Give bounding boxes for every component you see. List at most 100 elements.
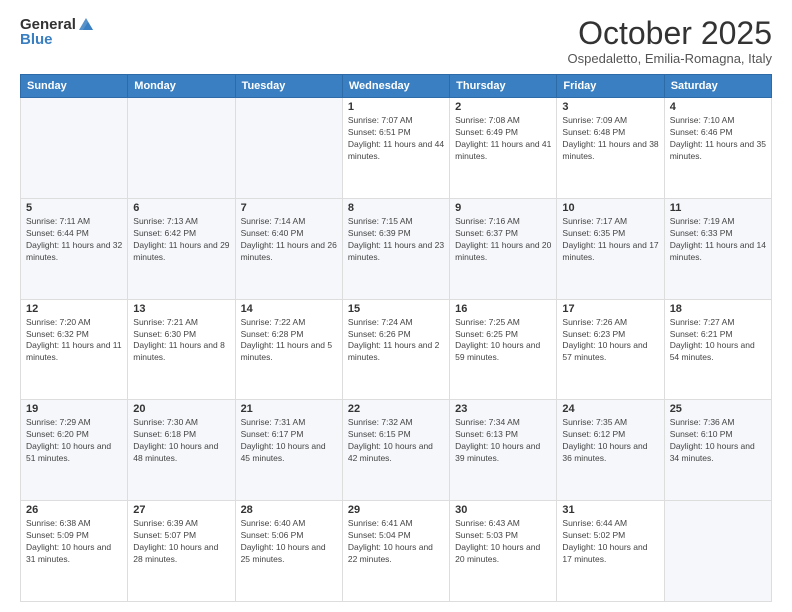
day-number: 17 xyxy=(562,303,658,315)
sunset-text: Sunset: 6:37 PM xyxy=(455,228,551,240)
day-number: 18 xyxy=(670,303,766,315)
calendar-table: Sunday Monday Tuesday Wednesday Thursday… xyxy=(20,74,772,602)
sunrise-text: Sunrise: 6:40 AM xyxy=(241,518,337,530)
table-row: 1Sunrise: 7:07 AMSunset: 6:51 PMDaylight… xyxy=(342,98,449,199)
daylight-text: Daylight: 11 hours and 29 minutes. xyxy=(133,240,229,264)
table-row: 29Sunrise: 6:41 AMSunset: 5:04 PMDayligh… xyxy=(342,501,449,602)
sunset-text: Sunset: 6:13 PM xyxy=(455,429,551,441)
daylight-text: Daylight: 10 hours and 25 minutes. xyxy=(241,542,337,566)
daylight-text: Daylight: 10 hours and 31 minutes. xyxy=(26,542,122,566)
sunset-text: Sunset: 5:07 PM xyxy=(133,530,229,542)
calendar-week-row: 19Sunrise: 7:29 AMSunset: 6:20 PMDayligh… xyxy=(21,400,772,501)
daylight-text: Daylight: 11 hours and 5 minutes. xyxy=(241,340,337,364)
day-number: 6 xyxy=(133,202,229,214)
table-row xyxy=(235,98,342,199)
sunrise-text: Sunrise: 7:35 AM xyxy=(562,417,658,429)
sunrise-text: Sunrise: 6:39 AM xyxy=(133,518,229,530)
day-info: Sunrise: 7:22 AMSunset: 6:28 PMDaylight:… xyxy=(241,317,337,365)
header: General Blue October 2025 Ospedaletto, E… xyxy=(20,16,772,66)
sunset-text: Sunset: 5:02 PM xyxy=(562,530,658,542)
day-number: 10 xyxy=(562,202,658,214)
table-row: 24 Sunrise: 7:35 AMSunset: 6:12 PMDayligh… xyxy=(557,400,664,501)
table-row: 10 Sunrise: 7:17 AMSunset: 6:35 PMDayligh… xyxy=(557,198,664,299)
logo-blue: Blue xyxy=(20,31,53,48)
day-number: 15 xyxy=(348,303,444,315)
col-friday: Friday xyxy=(557,75,664,98)
daylight-text: Daylight: 11 hours and 8 minutes. xyxy=(133,340,229,364)
sunset-text: Sunset: 6:21 PM xyxy=(670,329,766,341)
sunset-text: Sunset: 6:49 PM xyxy=(455,127,551,139)
day-number: 30 xyxy=(455,504,551,516)
table-row: 19Sunrise: 7:29 AMSunset: 6:20 PMDayligh… xyxy=(21,400,128,501)
calendar-location: Ospedaletto, Emilia-Romagna, Italy xyxy=(568,51,772,66)
day-info: Sunrise: 7:14 AMSunset: 6:40 PMDaylight:… xyxy=(241,216,337,264)
sunset-text: Sunset: 6:32 PM xyxy=(26,329,122,341)
table-row: 18Sunrise: 7:27 AMSunset: 6:21 PMDayligh… xyxy=(664,299,771,400)
day-number: 28 xyxy=(241,504,337,516)
sunrise-text: Sunrise: 7:36 AM xyxy=(670,417,766,429)
sunrise-text: Sunrise: 7:09 AM xyxy=(562,115,658,127)
sunset-text: Sunset: 5:09 PM xyxy=(26,530,122,542)
day-number: 13 xyxy=(133,303,229,315)
daylight-text: Daylight: 10 hours and 22 minutes. xyxy=(348,542,444,566)
daylight-text: Daylight: 10 hours and 20 minutes. xyxy=(455,542,551,566)
sunset-text: Sunset: 6:20 PM xyxy=(26,429,122,441)
daylight-text: Daylight: 10 hours and 57 minutes. xyxy=(562,340,658,364)
day-number: 3 xyxy=(562,101,658,113)
sunrise-text: Sunrise: 6:44 AM xyxy=(562,518,658,530)
table-row: 28Sunrise: 6:40 AMSunset: 5:06 PMDayligh… xyxy=(235,501,342,602)
table-row: 5Sunrise: 7:11 AMSunset: 6:44 PMDaylight… xyxy=(21,198,128,299)
sunrise-text: Sunrise: 6:43 AM xyxy=(455,518,551,530)
sunrise-text: Sunrise: 7:11 AM xyxy=(26,216,122,228)
day-number: 23 xyxy=(455,403,551,415)
calendar-week-row: 5Sunrise: 7:11 AMSunset: 6:44 PMDaylight… xyxy=(21,198,772,299)
sunrise-text: Sunrise: 7:17 AM xyxy=(562,216,658,228)
day-info: Sunrise: 6:44 AMSunset: 5:02 PMDaylight:… xyxy=(562,518,658,566)
daylight-text: Daylight: 10 hours and 48 minutes. xyxy=(133,441,229,465)
day-number: 14 xyxy=(241,303,337,315)
table-row: 14 Sunrise: 7:22 AMSunset: 6:28 PMDayligh… xyxy=(235,299,342,400)
day-number: 24 xyxy=(562,403,658,415)
sunrise-text: Sunrise: 7:25 AM xyxy=(455,317,551,329)
sunset-text: Sunset: 6:15 PM xyxy=(348,429,444,441)
table-row: 20Sunrise: 7:30 AMSunset: 6:18 PMDayligh… xyxy=(128,400,235,501)
calendar-week-row: 26Sunrise: 6:38 AMSunset: 5:09 PMDayligh… xyxy=(21,501,772,602)
sunrise-text: Sunrise: 7:20 AM xyxy=(26,317,122,329)
day-info: Sunrise: 6:39 AMSunset: 5:07 PMDaylight:… xyxy=(133,518,229,566)
sunset-text: Sunset: 6:33 PM xyxy=(670,228,766,240)
sunrise-text: Sunrise: 7:21 AM xyxy=(133,317,229,329)
sunset-text: Sunset: 6:12 PM xyxy=(562,429,658,441)
daylight-text: Daylight: 11 hours and 41 minutes. xyxy=(455,139,551,163)
table-row xyxy=(128,98,235,199)
day-number: 7 xyxy=(241,202,337,214)
logo: General Blue xyxy=(20,16,95,49)
day-info: Sunrise: 7:17 AMSunset: 6:35 PMDaylight:… xyxy=(562,216,658,264)
sunrise-text: Sunrise: 7:08 AM xyxy=(455,115,551,127)
sunrise-text: Sunrise: 7:30 AM xyxy=(133,417,229,429)
sunset-text: Sunset: 6:30 PM xyxy=(133,329,229,341)
day-number: 20 xyxy=(133,403,229,415)
table-row: 9Sunrise: 7:16 AMSunset: 6:37 PMDaylight… xyxy=(450,198,557,299)
table-row: 2Sunrise: 7:08 AMSunset: 6:49 PMDaylight… xyxy=(450,98,557,199)
day-info: Sunrise: 7:13 AMSunset: 6:42 PMDaylight:… xyxy=(133,216,229,264)
sunset-text: Sunset: 6:35 PM xyxy=(562,228,658,240)
sunrise-text: Sunrise: 7:24 AM xyxy=(348,317,444,329)
sunset-text: Sunset: 6:23 PM xyxy=(562,329,658,341)
day-info: Sunrise: 7:19 AMSunset: 6:33 PMDaylight:… xyxy=(670,216,766,264)
day-info: Sunrise: 7:35 AMSunset: 6:12 PMDaylight:… xyxy=(562,417,658,465)
daylight-text: Daylight: 11 hours and 17 minutes. xyxy=(562,240,658,264)
col-sunday: Sunday xyxy=(21,75,128,98)
sunrise-text: Sunrise: 7:14 AM xyxy=(241,216,337,228)
calendar-header-row: Sunday Monday Tuesday Wednesday Thursday… xyxy=(21,75,772,98)
daylight-text: Daylight: 11 hours and 23 minutes. xyxy=(348,240,444,264)
table-row: 15Sunrise: 7:24 AMSunset: 6:26 PMDayligh… xyxy=(342,299,449,400)
daylight-text: Daylight: 11 hours and 32 minutes. xyxy=(26,240,122,264)
day-info: Sunrise: 7:26 AMSunset: 6:23 PMDaylight:… xyxy=(562,317,658,365)
sunrise-text: Sunrise: 7:29 AM xyxy=(26,417,122,429)
sunrise-text: Sunrise: 6:38 AM xyxy=(26,518,122,530)
sunrise-text: Sunrise: 6:41 AM xyxy=(348,518,444,530)
day-info: Sunrise: 7:16 AMSunset: 6:37 PMDaylight:… xyxy=(455,216,551,264)
sunrise-text: Sunrise: 7:19 AM xyxy=(670,216,766,228)
daylight-text: Daylight: 10 hours and 17 minutes. xyxy=(562,542,658,566)
sunrise-text: Sunrise: 7:27 AM xyxy=(670,317,766,329)
